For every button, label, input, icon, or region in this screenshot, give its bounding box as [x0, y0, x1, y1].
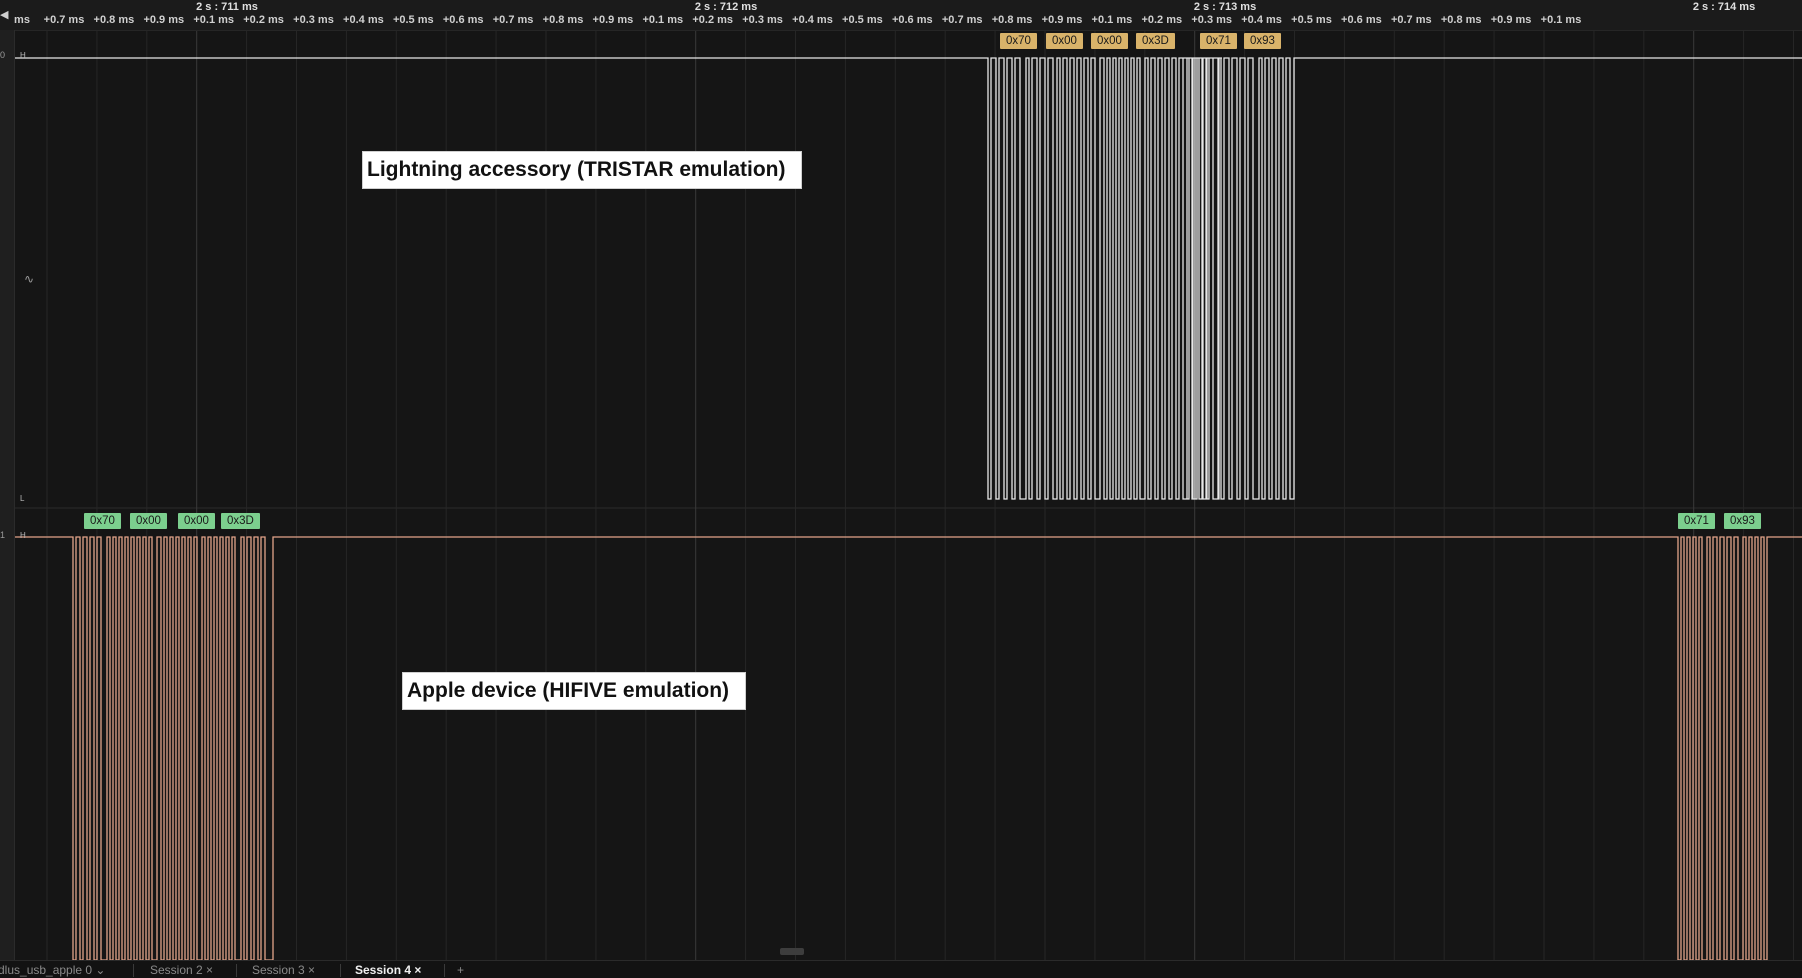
- channel-0-index: 0: [0, 50, 6, 60]
- channel-0-byte-tag[interactable]: 0x93: [1244, 33, 1281, 49]
- channel-0-annotation: Lightning accessory (TRISTAR emulation): [362, 151, 803, 189]
- channel-1-high-marker: H: [20, 531, 26, 540]
- channel-1-byte-tag[interactable]: 0x93: [1724, 513, 1761, 529]
- channel-0-byte-tag[interactable]: 0x00: [1091, 33, 1128, 49]
- channel-0-byte-tag[interactable]: 0x00: [1046, 33, 1083, 49]
- channel-0-low-marker: L: [20, 494, 25, 503]
- channel-0-byte-tag[interactable]: 0x70: [1000, 33, 1037, 49]
- channel-0-high-marker: H: [20, 51, 26, 60]
- horizontal-scrollbar[interactable]: [780, 948, 804, 955]
- tab-session-3[interactable]: Session 3 ×: [252, 963, 315, 977]
- tab-session-1[interactable]: dlus_usb_apple 0 ⌄: [0, 963, 105, 977]
- channel-1-byte-tag[interactable]: 0x70: [84, 513, 121, 529]
- waveform-plot[interactable]: [0, 0, 1802, 960]
- plot-background: [15, 31, 1802, 960]
- tab-separator: [444, 964, 445, 977]
- channel-1-byte-tag[interactable]: 0x3D: [221, 513, 260, 529]
- channel-0-byte-tag[interactable]: 0x71: [1200, 33, 1237, 49]
- channel-1-byte-tag[interactable]: 0x00: [178, 513, 215, 529]
- channel-sidebar: 0 1: [0, 30, 15, 960]
- tab-separator: [236, 964, 237, 977]
- tab-separator: [340, 964, 341, 977]
- tab-separator: [133, 964, 134, 977]
- channel-1-annotation: Apple device (HIFIVE emulation): [402, 672, 747, 710]
- add-tab-button[interactable]: +: [457, 963, 464, 977]
- channel-1-index: 1: [0, 530, 6, 540]
- channel-0-byte-tag[interactable]: 0x3D: [1136, 33, 1175, 49]
- channel-1-byte-tag[interactable]: 0x71: [1678, 513, 1715, 529]
- tab-session-2[interactable]: Session 2 ×: [150, 963, 213, 977]
- channel-1-byte-tag[interactable]: 0x00: [130, 513, 167, 529]
- channel-0-glitch-marker: ∿: [24, 272, 35, 286]
- tab-session-4[interactable]: Session 4 ×: [355, 963, 421, 977]
- session-tab-bar: dlus_usb_apple 0 ⌄ Session 2 × Session 3…: [0, 960, 1802, 978]
